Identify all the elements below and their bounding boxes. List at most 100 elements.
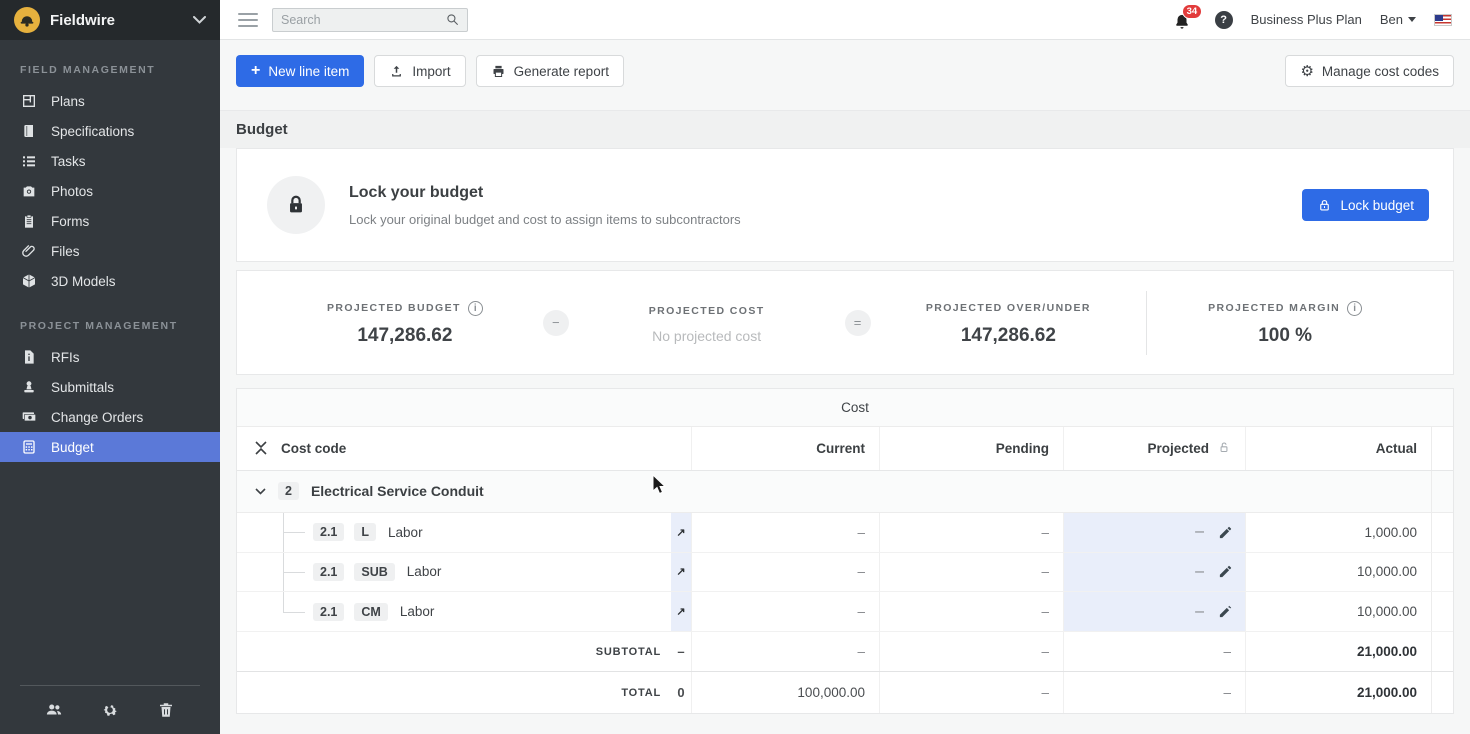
tree-connector (283, 612, 305, 613)
line-item-type-badge: CM (354, 603, 387, 622)
pending-cell[interactable]: – (879, 553, 1063, 592)
column-current[interactable]: Current (691, 427, 879, 470)
sidebar-footer (0, 673, 220, 734)
projected-cell[interactable]: – (1195, 523, 1204, 541)
page-title-band: Budget (220, 110, 1470, 148)
subtotal-label: SUBTOTAL (596, 646, 661, 658)
subtotal-projected: – (1063, 632, 1245, 671)
total-code-value: 0 (677, 685, 684, 700)
tree-connector (283, 592, 284, 611)
sidebar-item-label: Photos (51, 184, 93, 199)
us-flag-icon[interactable] (1434, 14, 1452, 26)
lock-icon (267, 176, 325, 234)
trash-icon[interactable] (156, 700, 176, 720)
projected-cell[interactable]: – (1195, 603, 1204, 621)
rfi-document-icon (20, 349, 37, 366)
cost-code-name: Electrical Service Conduit (311, 483, 484, 499)
sidebar-item-specifications[interactable]: Specifications (0, 116, 220, 146)
sidebar-item-label: Files (51, 244, 80, 259)
toolbar: + New line item Import Generate report ⚙… (236, 55, 1454, 87)
sidebar-item-submittals[interactable]: Submittals (0, 372, 220, 402)
cost-code-group-row[interactable]: 2 Electrical Service Conduit (237, 471, 1453, 513)
hamburger-menu-icon[interactable] (238, 13, 258, 27)
projected-cost-value: No projected cost (569, 328, 845, 344)
projected-cell[interactable]: – (1195, 563, 1204, 581)
collapse-all-icon[interactable] (255, 441, 267, 455)
info-icon[interactable]: i (1347, 301, 1362, 316)
actual-cell[interactable]: 10,000.00 (1245, 553, 1431, 592)
line-item-row[interactable]: 2.1 SUB Labor ↗ – – – 10,000.00 (237, 553, 1453, 593)
column-cost-code[interactable]: Cost code (281, 441, 346, 456)
sidebar-item-files[interactable]: Files (0, 236, 220, 266)
chevron-down-icon (193, 11, 206, 29)
line-item-row[interactable]: 2.1 CM Labor ↗ – – – 10,000.00 (237, 592, 1453, 632)
column-projected[interactable]: Projected (1147, 441, 1209, 456)
sidebar-item-tasks[interactable]: Tasks (0, 146, 220, 176)
sidebar-item-label: Change Orders (51, 410, 143, 425)
project-switcher[interactable]: Fieldwire (0, 0, 220, 40)
lock-budget-button[interactable]: Lock budget (1302, 189, 1429, 221)
column-pending[interactable]: Pending (879, 427, 1063, 470)
photos-icon (20, 183, 37, 200)
edit-pencil-icon[interactable] (1218, 564, 1233, 579)
tree-connector (283, 572, 305, 573)
sidebar-item-forms[interactable]: Forms (0, 206, 220, 236)
search-input[interactable] (281, 13, 446, 27)
sidebar-item-rfis[interactable]: RFIs (0, 342, 220, 372)
calculator-icon (20, 439, 37, 456)
paperclip-icon (20, 243, 37, 260)
sidebar-item-label: Budget (51, 440, 94, 455)
plan-label[interactable]: Business Plus Plan (1251, 12, 1362, 27)
assign-arrow-icon[interactable]: ↗ (676, 526, 685, 539)
line-item-code-badge: 2.1 (313, 603, 344, 622)
sidebar-item-plans[interactable]: Plans (0, 86, 220, 116)
forms-icon (20, 213, 37, 230)
cost-group-label: Cost (485, 389, 1225, 426)
assign-arrow-icon[interactable]: ↗ (676, 565, 685, 578)
plus-icon: + (251, 63, 260, 79)
lock-budget-banner: Lock your budget Lock your original budg… (236, 148, 1454, 262)
manage-cost-codes-button[interactable]: ⚙ Manage cost codes (1285, 55, 1454, 87)
sidebar-item-budget[interactable]: Budget (0, 432, 220, 462)
budget-table: Cost Cost code Current Pending Projected (236, 388, 1454, 714)
sidebar-item-label: Forms (51, 214, 89, 229)
line-item-name: Labor (407, 564, 442, 579)
sidebar-item-label: Submittals (51, 380, 114, 395)
current-cell[interactable]: – (691, 553, 879, 592)
actual-cell[interactable]: 10,000.00 (1245, 592, 1431, 631)
pending-cell[interactable]: – (879, 513, 1063, 552)
search-icon (446, 13, 459, 26)
line-item-row[interactable]: 2.1 L Labor ↗ – – – 1,000.00 (237, 513, 1453, 553)
edit-pencil-icon[interactable] (1218, 525, 1233, 540)
notification-count-badge: 34 (1182, 4, 1203, 20)
sidebar-item-photos[interactable]: Photos (0, 176, 220, 206)
column-actual[interactable]: Actual (1245, 427, 1431, 470)
cube-icon (20, 273, 37, 290)
current-cell[interactable]: – (691, 592, 879, 631)
assign-arrow-icon[interactable]: ↗ (676, 605, 685, 618)
total-label: TOTAL (621, 687, 661, 699)
projected-margin-value: 100 % (1147, 325, 1423, 347)
search-box[interactable] (272, 8, 468, 32)
chevron-down-icon[interactable] (255, 488, 266, 495)
user-menu[interactable]: Ben (1380, 12, 1416, 27)
people-icon[interactable] (44, 700, 64, 720)
edit-pencil-icon[interactable] (1218, 604, 1233, 619)
new-line-item-button[interactable]: + New line item (236, 55, 364, 87)
sidebar-item-3d-models[interactable]: 3D Models (0, 266, 220, 296)
fieldwire-logo-icon (14, 7, 40, 33)
sidebar-item-change-orders[interactable]: Change Orders (0, 402, 220, 432)
pending-cell[interactable]: – (879, 592, 1063, 631)
info-icon[interactable]: i (468, 301, 483, 316)
generate-report-button[interactable]: Generate report (476, 55, 624, 87)
app-window: Fieldwire FIELD MANAGEMENT Plans Specifi… (0, 0, 1470, 734)
actual-cell[interactable]: 1,000.00 (1245, 513, 1431, 552)
import-button[interactable]: Import (374, 55, 465, 87)
sidebar-item-label: Specifications (51, 124, 134, 139)
current-cell[interactable]: – (691, 513, 879, 552)
stamp-icon (20, 379, 37, 396)
help-button[interactable]: ? (1215, 11, 1233, 29)
gear-icon[interactable] (100, 700, 120, 720)
notifications-button[interactable]: 34 (1173, 8, 1197, 32)
line-item-code-badge: 2.1 (313, 563, 344, 582)
